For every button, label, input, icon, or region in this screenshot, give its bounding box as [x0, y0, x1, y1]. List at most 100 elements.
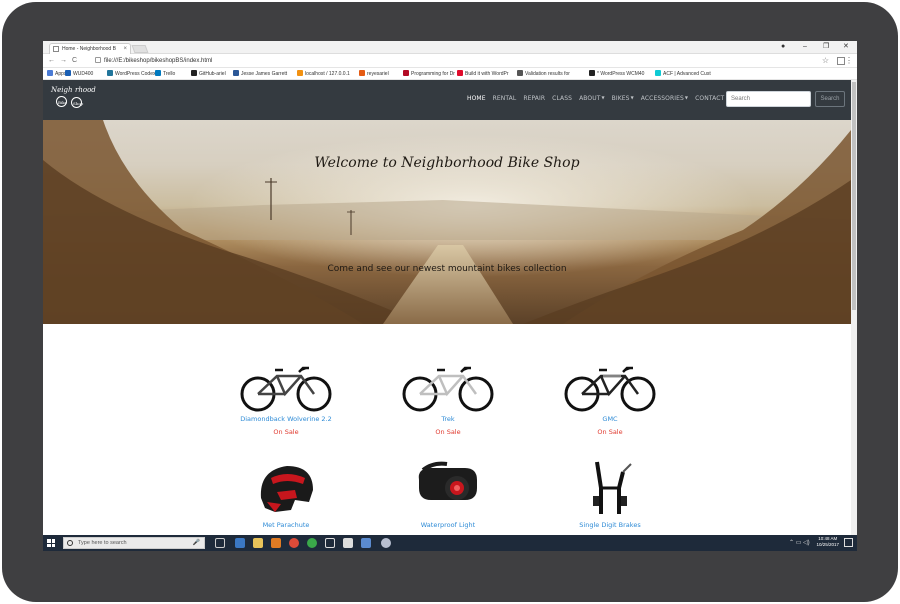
nav-item-class[interactable]: CLASS [552, 95, 572, 102]
bookmark-item[interactable]: reyesariel [359, 68, 389, 80]
nav-item-label: REPAIR [523, 95, 546, 102]
close-tab-icon[interactable]: × [123, 44, 127, 54]
logo-wheel-2-text: Shop [73, 101, 84, 106]
site-search-button[interactable]: Search [815, 91, 845, 107]
edge-icon[interactable] [235, 538, 245, 548]
product-card[interactable]: GMC On Sale [535, 360, 685, 436]
nav-item-accessories[interactable]: ACCESSORIES▼ [641, 95, 688, 102]
bookmark-item[interactable]: localhost / 127.0.0.1 [297, 68, 350, 80]
clock-date: 10/25/2017 [816, 542, 839, 547]
page-scrollbar[interactable] [851, 80, 857, 535]
hero-banner: Welcome to Neighborhood Bike Shop Come a… [43, 120, 851, 324]
bookmark-icon [403, 70, 409, 76]
sale-badge: On Sale [597, 428, 623, 436]
bookmark-label: Jesse James Garrett [241, 71, 288, 77]
site-search-input[interactable]: Search [726, 91, 811, 107]
user-icon[interactable]: ● [781, 42, 785, 52]
nav-item-label: CLASS [552, 95, 573, 102]
hero-title: Welcome to Neighborhood Bike Shop [314, 155, 580, 171]
product-name[interactable]: GMC [535, 415, 685, 423]
logo-wheel-1: Bike [56, 96, 67, 107]
hero-background-image [43, 120, 851, 324]
browser-menu-icon[interactable]: ⋮ [845, 55, 853, 67]
nav-item-rental[interactable]: RENTAL [493, 95, 517, 102]
mountain-bike-icon [402, 366, 494, 412]
nav-item-home[interactable]: HOME [467, 95, 486, 102]
bookmark-label: * WordPress WCM40 [597, 71, 645, 77]
sale-badge: On Sale [273, 428, 299, 436]
product-name[interactable]: Diamondback Wolverine 2.2 [211, 415, 361, 423]
bookmark-item[interactable]: Build it with WordPr [457, 68, 509, 80]
site-logo[interactable]: Neigh rhood Bike Shop [49, 83, 96, 113]
product-card[interactable]: Waterproof Light [373, 458, 523, 529]
photoshop-icon[interactable] [361, 538, 371, 548]
media-icon[interactable] [325, 538, 335, 548]
bookmark-item[interactable]: Apps [47, 68, 66, 80]
back-button[interactable]: ← [48, 56, 55, 66]
nav-item-contact[interactable]: CONTACT [695, 95, 724, 102]
spotify-icon[interactable] [307, 538, 317, 548]
device-screen: Home - Neighborhood B × ● – ❐ ✕ ← → C fi… [43, 41, 857, 551]
task-view-icon[interactable] [215, 538, 225, 548]
product-card[interactable]: Trek On Sale [373, 360, 523, 436]
taskbar-search-placeholder: Type here to search [78, 540, 127, 546]
browser-titlebar: Home - Neighborhood B × ● – ❐ ✕ [43, 41, 857, 54]
forward-button[interactable]: → [60, 56, 67, 66]
bookmark-item[interactable]: Validation results for [517, 68, 570, 80]
bike-light-icon [418, 461, 477, 500]
bookmark-item[interactable]: WUD400 [65, 68, 93, 80]
reload-button[interactable]: C [72, 56, 77, 66]
bookmark-item[interactable]: * WordPress WCM40 [589, 68, 644, 80]
product-card[interactable]: Single Digit Brakes [535, 458, 685, 529]
minimize-button[interactable]: – [803, 42, 807, 52]
new-tab-button[interactable] [131, 45, 149, 53]
file-icon [95, 57, 101, 63]
bookmark-icon [233, 70, 239, 76]
extension-icon[interactable] [837, 57, 845, 65]
bookmark-item[interactable]: Programming for Dr [403, 68, 455, 80]
notification-icon[interactable] [844, 538, 853, 547]
mountain-bike-icon [564, 366, 656, 412]
product-name[interactable]: Waterproof Light [373, 521, 523, 529]
logo-word-1: Neigh [51, 86, 73, 94]
nav-item-label: HOME [467, 95, 486, 102]
store-icon[interactable] [271, 538, 281, 548]
bookmark-star-icon[interactable]: ☆ [822, 55, 829, 67]
bookmark-item[interactable]: Jesse James Garrett [233, 68, 287, 80]
product-card[interactable]: Met Parachute [211, 458, 361, 529]
bookmark-label: reyesariel [367, 71, 389, 77]
windows-start-button[interactable] [47, 539, 55, 547]
app-icon[interactable] [381, 538, 391, 548]
nav-item-bikes[interactable]: BIKES▼ [612, 95, 634, 102]
maximize-button[interactable]: ❐ [823, 42, 829, 52]
bookmark-item[interactable]: WordPress Codex [107, 68, 155, 80]
mountain-bike-icon [240, 366, 332, 412]
bookmark-item[interactable]: ACF | Advanced Cust [655, 68, 711, 80]
bookmarks-bar: Apps WUD400 WordPress Codex Trello GitHub-ar… [43, 68, 857, 80]
scrollbar-thumb[interactable] [852, 82, 856, 310]
nav-item-repair[interactable]: REPAIR [523, 95, 545, 102]
product-name[interactable]: Met Parachute [211, 521, 361, 529]
file-explorer-icon[interactable] [253, 538, 263, 548]
address-bar[interactable]: file:///E:/bikeshop/bikeshopBS/index.htm… [95, 55, 212, 67]
bookmark-item[interactable]: Trello [155, 68, 175, 80]
bookmark-label: Programming for Dr [411, 71, 455, 77]
bookmark-item[interactable]: GitHub-ariel [191, 68, 226, 80]
browser-tab[interactable]: Home - Neighborhood B × [49, 43, 131, 54]
nav-item-about[interactable]: ABOUT▼ [579, 95, 605, 102]
product-name[interactable]: Single Digit Brakes [535, 521, 685, 529]
bookmark-icon [655, 70, 661, 76]
product-card[interactable]: Diamondback Wolverine 2.2 On Sale [211, 360, 361, 436]
system-tray-icons[interactable]: ⌃ ▭ ◁) [789, 538, 810, 548]
taskbar-clock[interactable]: 10:48 AM 10/25/2017 [816, 536, 839, 548]
taskbar-search-box[interactable]: Type here to search 🎤 [63, 537, 205, 549]
windows-taskbar: Type here to search 🎤 ⌃ ▭ ◁) 10:48 AM 10… [43, 535, 857, 551]
microphone-icon[interactable]: 🎤 [193, 538, 200, 548]
chrome-icon[interactable] [289, 538, 299, 548]
mail-icon[interactable] [343, 538, 353, 548]
logo-wheel-2: Shop [71, 97, 84, 108]
bookmark-label: GitHub-ariel [199, 71, 226, 77]
cortana-icon [67, 540, 73, 546]
close-window-button[interactable]: ✕ [843, 42, 849, 52]
product-name[interactable]: Trek [373, 415, 523, 423]
